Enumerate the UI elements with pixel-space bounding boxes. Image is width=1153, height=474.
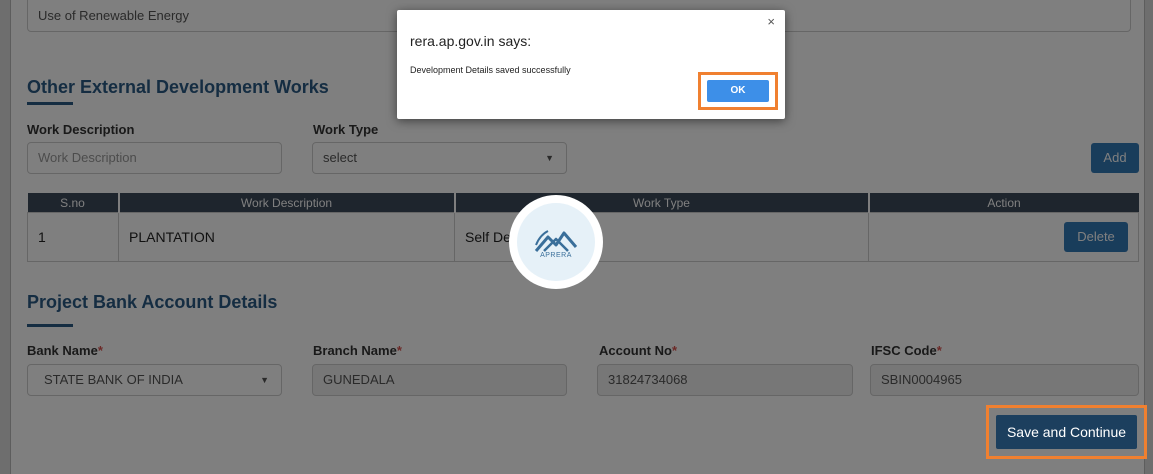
page: Use of Renewable Energy Other External D… xyxy=(0,0,1153,474)
save-continue-highlight: Save and Continue xyxy=(986,405,1147,459)
dialog-message: Development Details saved successfully xyxy=(410,65,571,75)
aprera-logo-text: APRERA xyxy=(540,252,572,259)
dialog-title: rera.ap.gov.in says: xyxy=(410,33,532,49)
ok-button[interactable]: OK xyxy=(707,80,769,102)
save-continue-button[interactable]: Save and Continue xyxy=(996,415,1137,449)
alert-dialog: rera.ap.gov.in says: × Development Detai… xyxy=(397,10,785,119)
aprera-logo-icon xyxy=(534,230,578,252)
ok-highlight: OK xyxy=(698,72,778,110)
close-icon[interactable]: × xyxy=(767,14,775,29)
aprera-logo: APRERA xyxy=(517,203,595,281)
loading-spinner: APRERA xyxy=(509,195,603,289)
